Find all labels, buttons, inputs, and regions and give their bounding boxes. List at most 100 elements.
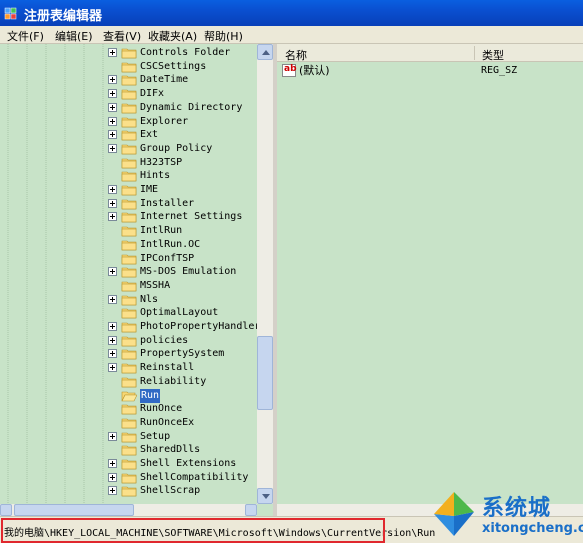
scroll-thumb[interactable] bbox=[257, 336, 273, 410]
menu-favorites[interactable]: 收藏夹(A) bbox=[148, 28, 197, 44]
tree-item-label: Reliability bbox=[140, 375, 207, 387]
scroll-left-button[interactable] bbox=[0, 504, 12, 516]
expand-icon[interactable] bbox=[108, 185, 117, 194]
expand-icon[interactable] bbox=[108, 459, 117, 468]
watermark-en-text: xitongcheng.com bbox=[482, 521, 583, 536]
tree-item[interactable]: Group Policy bbox=[0, 142, 256, 156]
tree-item-label: ShellCompatibility bbox=[140, 471, 249, 483]
folder-icon bbox=[121, 117, 137, 127]
value-list[interactable]: 名称 类型 ab (默认) REG_SZ bbox=[277, 44, 583, 516]
folder-icon bbox=[121, 308, 137, 319]
path-highlight-box bbox=[1, 518, 385, 543]
tree-item[interactable]: RunOnceEx bbox=[0, 416, 256, 430]
watermark-logo-icon bbox=[434, 492, 474, 536]
tree-item[interactable]: PhotoPropertyHandler bbox=[0, 320, 260, 334]
tree-item-label: H323TSP bbox=[140, 156, 183, 168]
expand-icon[interactable] bbox=[108, 472, 117, 482]
expand-icon[interactable] bbox=[108, 75, 117, 85]
tree-item[interactable]: policies bbox=[0, 334, 256, 348]
menu-file[interactable]: 文件(F) bbox=[7, 28, 44, 44]
tree-item-label: Installer bbox=[140, 197, 195, 209]
tree-item-label: IME bbox=[140, 184, 159, 195]
tree-item-label: IntlRun.OC bbox=[140, 238, 201, 250]
expand-icon[interactable] bbox=[108, 198, 117, 208]
tree-item-label: PropertySystem bbox=[140, 348, 225, 360]
tree-item[interactable]: DateTime bbox=[0, 73, 256, 87]
expand-icon[interactable] bbox=[108, 212, 117, 222]
tree-item[interactable]: Shell Extensions bbox=[0, 457, 256, 471]
tree-item-label: Shell Extensions bbox=[140, 458, 237, 469]
title-bar: 注册表编辑器 bbox=[0, 0, 583, 26]
expand-icon[interactable] bbox=[108, 267, 117, 277]
expand-icon[interactable] bbox=[108, 116, 117, 126]
tree-item-label: Nls bbox=[140, 293, 159, 305]
tree-item-label: Ext bbox=[140, 129, 159, 141]
folder-icon bbox=[121, 350, 137, 360]
scroll-up-button[interactable] bbox=[257, 44, 273, 60]
tree-item[interactable]: OptimalLayout bbox=[0, 306, 256, 320]
folder-icon bbox=[121, 240, 137, 251]
tree-item[interactable]: Internet Settings bbox=[0, 210, 256, 224]
expand-icon[interactable] bbox=[108, 363, 117, 373]
tree-item[interactable]: Controls Folder bbox=[0, 46, 256, 60]
horizontal-scroll-thumb[interactable] bbox=[14, 504, 134, 516]
tree-item-label: MS-DOS Emulation bbox=[140, 266, 237, 278]
tree-item[interactable]: DIFx bbox=[0, 87, 256, 101]
tree-item[interactable]: IPConfTSP bbox=[0, 252, 256, 266]
tree-item[interactable]: Run bbox=[0, 388, 256, 403]
tree-item[interactable]: Reliability bbox=[0, 375, 256, 389]
folder-icon bbox=[121, 199, 137, 209]
tree-item[interactable]: Ext bbox=[0, 128, 256, 142]
expand-icon[interactable] bbox=[108, 322, 117, 331]
tree-item[interactable]: PropertySystem bbox=[0, 347, 256, 361]
tree-item[interactable]: Nls bbox=[0, 293, 256, 307]
tree-item[interactable]: IntlRun.OC bbox=[0, 238, 256, 252]
tree-item[interactable]: H323TSP bbox=[0, 156, 256, 170]
expand-icon[interactable] bbox=[108, 294, 117, 304]
expand-icon[interactable] bbox=[108, 48, 117, 57]
expand-icon[interactable] bbox=[108, 486, 117, 496]
expand-icon[interactable] bbox=[108, 335, 117, 345]
column-divider[interactable] bbox=[474, 46, 475, 60]
tree-item[interactable]: ShellScrap bbox=[0, 484, 256, 498]
expand-icon[interactable] bbox=[108, 89, 117, 99]
expand-icon[interactable] bbox=[108, 130, 117, 140]
tree-item-label: Run bbox=[140, 388, 161, 403]
tree-item[interactable]: MSSHA bbox=[0, 279, 256, 293]
scroll-down-button[interactable] bbox=[257, 488, 273, 504]
tree-item[interactable]: Dynamic Directory bbox=[0, 101, 256, 115]
menu-edit[interactable]: 编辑(E) bbox=[55, 28, 93, 44]
tree-item[interactable]: Installer bbox=[0, 197, 256, 211]
list-header: 名称 类型 bbox=[277, 44, 583, 62]
tree-item[interactable]: IME bbox=[0, 183, 256, 197]
tree-item[interactable]: RunOnce bbox=[0, 402, 256, 416]
tree-item[interactable]: Hints bbox=[0, 169, 256, 183]
menu-view[interactable]: 查看(V) bbox=[103, 28, 141, 44]
tree-item[interactable]: Explorer bbox=[0, 115, 256, 129]
expand-icon[interactable] bbox=[108, 143, 117, 153]
tree-item[interactable]: IntlRun bbox=[0, 224, 256, 238]
expand-icon[interactable] bbox=[108, 349, 117, 359]
tree-item[interactable]: Setup bbox=[0, 430, 256, 444]
tree-item-label: DateTime bbox=[140, 74, 189, 86]
menu-help[interactable]: 帮助(H) bbox=[204, 28, 243, 44]
tree-item[interactable]: CSCSettings bbox=[0, 60, 256, 74]
scroll-right-button[interactable] bbox=[245, 504, 257, 516]
tree-horizontal-scrollbar[interactable] bbox=[0, 504, 257, 516]
expand-icon[interactable] bbox=[108, 102, 117, 112]
tree-item[interactable]: Reinstall bbox=[0, 361, 256, 375]
window-title: 注册表编辑器 bbox=[24, 9, 103, 24]
folder-icon bbox=[121, 254, 137, 264]
expand-icon[interactable] bbox=[108, 431, 117, 441]
folder-icon bbox=[121, 404, 137, 415]
column-type-header[interactable]: 类型 bbox=[482, 47, 504, 63]
tree-vertical-scrollbar[interactable] bbox=[257, 44, 273, 504]
tree-item-label: ShellScrap bbox=[140, 485, 201, 497]
list-item[interactable]: ab (默认) REG_SZ bbox=[277, 64, 583, 78]
tree-item[interactable]: ShellCompatibility bbox=[0, 471, 256, 485]
tree-item[interactable]: MS-DOS Emulation bbox=[0, 265, 256, 279]
column-name-header[interactable]: 名称 bbox=[285, 47, 307, 63]
tree-item[interactable]: SharedDlls bbox=[0, 443, 256, 457]
tree-item-label: OptimalLayout bbox=[140, 307, 219, 319]
registry-tree[interactable]: Controls Folder CSCSettings DateTime DIFx Dy… bbox=[0, 44, 273, 516]
